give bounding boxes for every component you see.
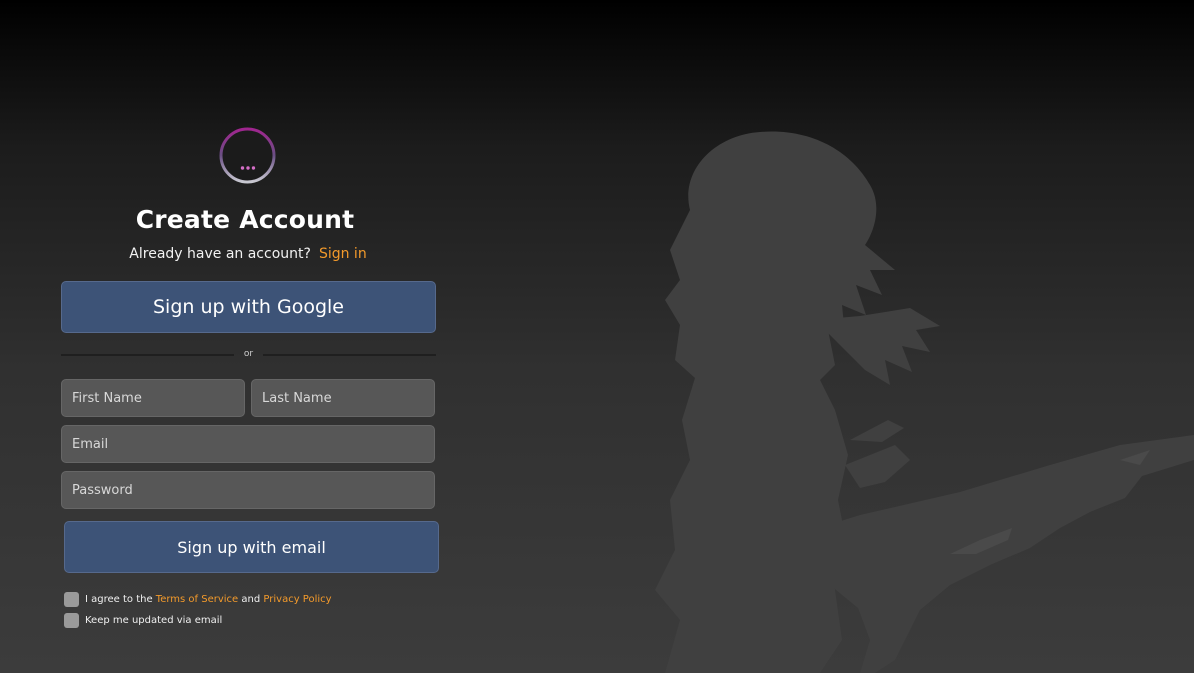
- google-signup-button[interactable]: Sign up with Google: [61, 281, 436, 333]
- updates-opt-in-row: Keep me updated via email: [64, 613, 222, 628]
- privacy-policy-link[interactable]: Privacy Policy: [263, 594, 331, 605]
- email-signup-button[interactable]: Sign up with email: [64, 521, 439, 573]
- character-silhouette-icon: [655, 131, 1194, 673]
- signin-link[interactable]: Sign in: [319, 246, 367, 262]
- last-name-field[interactable]: [251, 379, 435, 417]
- updates-label: Keep me updated via email: [85, 615, 223, 626]
- email-field[interactable]: [61, 425, 435, 463]
- divider-line-right: [263, 354, 436, 356]
- page-title: Create Account: [135, 205, 355, 234]
- signin-prompt: Already have an account? Sign in: [60, 246, 436, 262]
- loading-ring-icon: [219, 127, 276, 184]
- password-field[interactable]: [61, 471, 435, 509]
- first-name-field[interactable]: [61, 379, 245, 417]
- terms-of-service-link[interactable]: Terms of Service: [156, 594, 238, 605]
- terms-agreement-row: I agree to the Terms of Service and Priv…: [64, 592, 332, 607]
- signin-prompt-text: Already have an account?: [129, 246, 311, 262]
- terms-checkbox[interactable]: [64, 592, 79, 607]
- agree-prefix-text: I agree to the: [85, 594, 153, 605]
- updates-checkbox[interactable]: [64, 613, 79, 628]
- divider-or-text: or: [243, 349, 254, 359]
- divider-line-left: [61, 354, 234, 356]
- and-text: and: [241, 594, 261, 605]
